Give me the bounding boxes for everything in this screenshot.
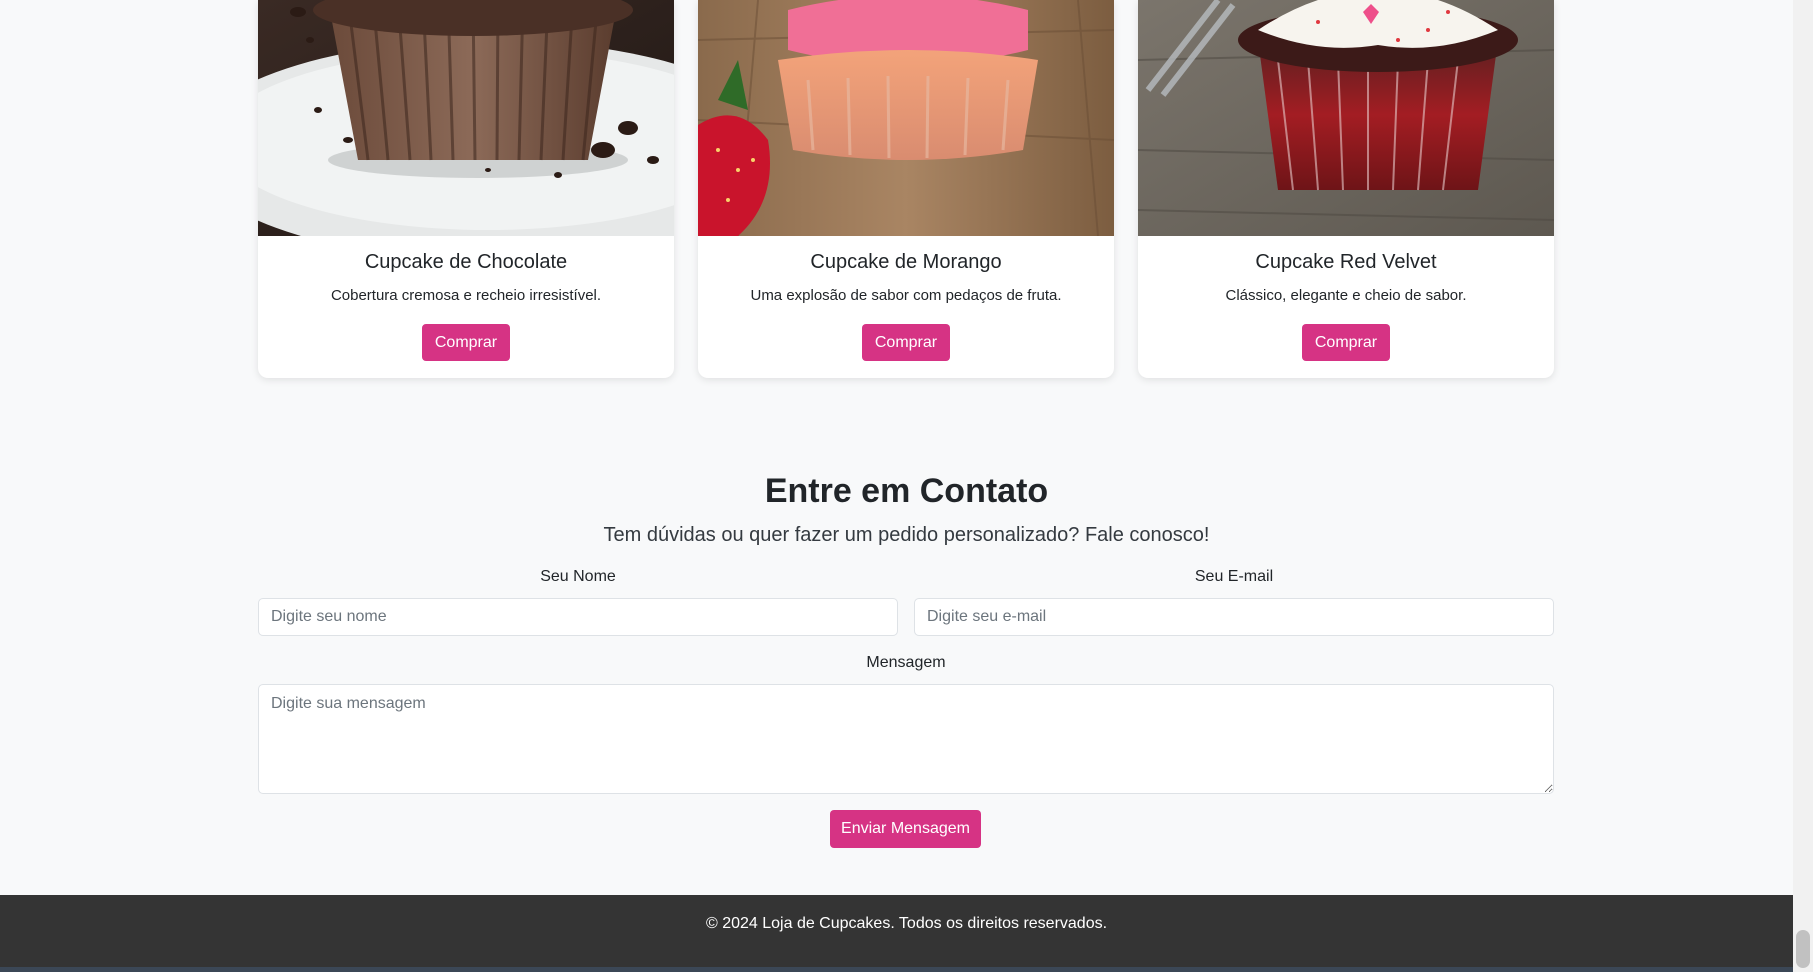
product-card-body: Cupcake de Morango Uma explosão de sabor… bbox=[698, 236, 1114, 378]
product-card-body: Cupcake de Chocolate Cobertura cremosa e… bbox=[258, 236, 674, 378]
products-section: Cupcake de Chocolate Cobertura cremosa e… bbox=[258, 0, 1554, 378]
name-input[interactable] bbox=[258, 598, 898, 636]
email-label: Seu E-mail bbox=[1194, 568, 1274, 585]
red-velvet-cupcake-image bbox=[1138, 0, 1554, 236]
buy-button-strawberry[interactable]: Comprar bbox=[862, 324, 950, 361]
email-input[interactable] bbox=[914, 598, 1554, 636]
footer-bottom-edge bbox=[0, 967, 1813, 972]
name-label: Seu Nome bbox=[540, 568, 616, 585]
footer: © 2024 Loja de Cupcakes. Todos os direit… bbox=[0, 895, 1813, 967]
scrollbar[interactable] bbox=[1793, 0, 1813, 972]
strawberry-cupcake-image bbox=[698, 0, 1114, 236]
contact-subtitle: Tem dúvidas ou quer fazer um pedido pers… bbox=[603, 524, 1210, 546]
product-image-strawberry bbox=[698, 0, 1114, 236]
product-card-strawberry: Cupcake de Morango Uma explosão de sabor… bbox=[698, 0, 1114, 378]
product-card-red-velvet: Cupcake Red Velvet Clássico, elegante e … bbox=[1138, 0, 1554, 378]
chocolate-cupcake-image bbox=[258, 0, 674, 236]
buy-button-red-velvet[interactable]: Comprar bbox=[1302, 324, 1390, 361]
scrollbar-thumb[interactable] bbox=[1796, 930, 1810, 968]
footer-copyright: © 2024 Loja de Cupcakes. Todos os direit… bbox=[705, 915, 1108, 932]
product-image-red-velvet bbox=[1138, 0, 1554, 236]
product-image-chocolate bbox=[258, 0, 674, 236]
product-title: Cupcake de Chocolate bbox=[364, 251, 568, 273]
page-content: Cupcake de Chocolate Cobertura cremosa e… bbox=[0, 0, 1793, 972]
product-description: Clássico, elegante e cheio de sabor. bbox=[1225, 287, 1467, 304]
buy-button-chocolate[interactable]: Comprar bbox=[422, 324, 510, 361]
contact-title: Entre em Contato bbox=[764, 472, 1049, 510]
product-title: Cupcake de Morango bbox=[810, 251, 1002, 273]
product-description: Uma explosão de sabor com pedaços de fru… bbox=[750, 287, 1062, 304]
product-card-chocolate: Cupcake de Chocolate Cobertura cremosa e… bbox=[258, 0, 674, 378]
product-title: Cupcake Red Velvet bbox=[1255, 251, 1437, 273]
product-card-body: Cupcake Red Velvet Clássico, elegante e … bbox=[1138, 236, 1554, 378]
product-description: Cobertura cremosa e recheio irresistível… bbox=[330, 287, 602, 304]
send-message-button[interactable]: Enviar Mensagem bbox=[830, 810, 981, 848]
page: Cupcake de Chocolate Cobertura cremosa e… bbox=[0, 0, 1813, 972]
message-label: Mensagem bbox=[866, 654, 946, 671]
message-textarea[interactable] bbox=[258, 684, 1554, 794]
